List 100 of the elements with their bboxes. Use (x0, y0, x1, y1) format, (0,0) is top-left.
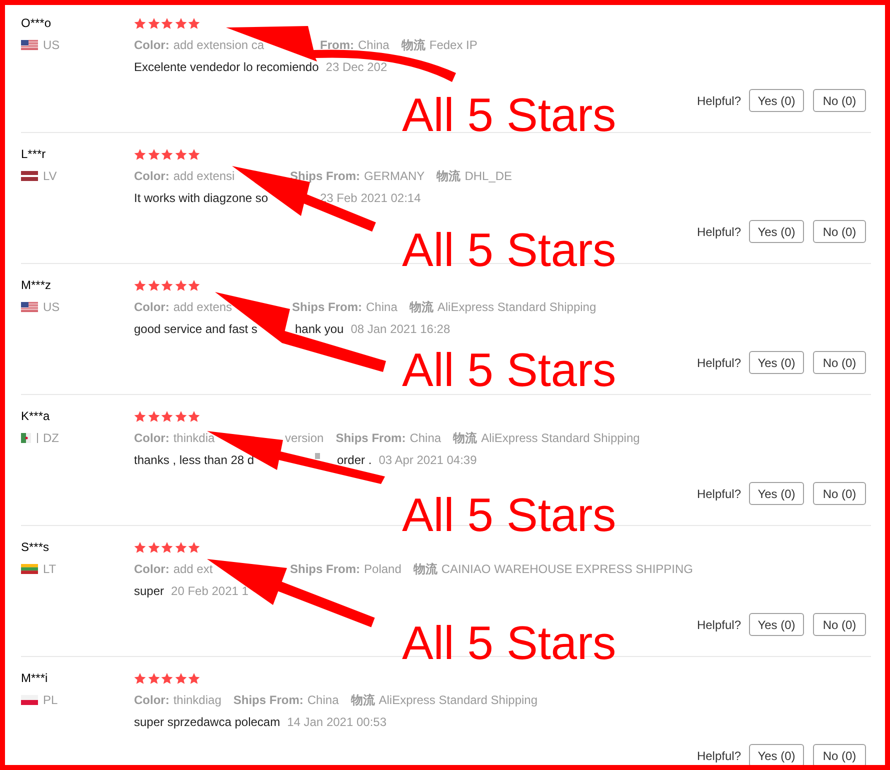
no-button[interactable]: No (0) (813, 351, 866, 374)
attribute-text: Ships From: China (292, 299, 398, 315)
star-icon (134, 410, 146, 422)
review-text: hank you (295, 321, 344, 337)
star-icon (134, 542, 146, 552)
review-text: Excelente vendedor lo recomiendo (134, 59, 319, 75)
attribute-text: Color: add ext (134, 561, 213, 577)
review-text: good service and fast s (134, 321, 258, 337)
star-icon (174, 280, 186, 290)
review-text: It works with diagzone so (134, 190, 268, 206)
review-date: 23 Dec 202 (326, 59, 388, 75)
star-icon (188, 672, 200, 684)
attribute-text: 物流 AliExpress Standard Shipping (453, 430, 640, 446)
reviewer-name: L***r (21, 146, 46, 162)
helpful-label: Helpful? (696, 92, 741, 108)
country-code: LT (43, 561, 56, 577)
star-icon (161, 148, 173, 160)
review-text: super (134, 583, 164, 599)
star-icon (161, 280, 173, 290)
annotation-label: All 5 Stars (402, 346, 616, 393)
flag-icon (21, 171, 38, 181)
no-button[interactable]: No (0) (813, 482, 866, 505)
helpful-label: Helpful? (696, 224, 741, 240)
country-code: US (43, 299, 60, 315)
attribute-text: Color: add extens (134, 299, 232, 315)
flag-icon (21, 302, 38, 312)
reviewer-name: M***z (21, 277, 52, 293)
attribute-text: version (285, 430, 324, 446)
star-icon (174, 672, 186, 684)
star-icon (188, 542, 200, 552)
country-code: PL (43, 692, 58, 708)
star-icon (161, 542, 173, 552)
no-button[interactable]: No (0) (813, 744, 866, 765)
yes-button[interactable]: Yes (0) (749, 744, 804, 765)
annotation-label: All 5 Stars (402, 91, 616, 138)
attribute-text: 物流 Fedex IP (401, 37, 478, 53)
annotation-label: All 5 Stars (402, 226, 616, 273)
country-code: DZ (43, 430, 59, 446)
reviewer-name: S***s (21, 539, 50, 555)
attribute-text: 物流 AliExpress Standard Shipping (350, 692, 538, 708)
star-icon (161, 410, 173, 422)
attribute-text: 物流 CAINIAO WAREHOUSE EXPRESS SHIPPING (413, 561, 693, 577)
flag-icon (21, 40, 38, 50)
star-icon (148, 542, 160, 552)
star-icon (174, 18, 186, 28)
review-text: super sprzedawca polecam (134, 714, 280, 730)
yes-button[interactable]: Yes (0) (749, 482, 804, 505)
no-button[interactable]: No (0) (813, 89, 866, 112)
annotation-label: All 5 Stars (402, 491, 616, 538)
attribute-text: Ships From: China (336, 430, 442, 446)
attribute-text: Ships From: China (233, 692, 339, 708)
attribute-text: Color: thinkdia (134, 430, 215, 446)
missing-glyph-icon (315, 453, 320, 459)
yes-button[interactable]: Yes (0) (749, 351, 804, 374)
attribute-text: 物流 DHL_DE (436, 168, 512, 184)
attribute-text: Color: add extensi (134, 168, 235, 184)
helpful-label: Helpful? (696, 748, 741, 764)
flag-icon (21, 433, 38, 443)
yes-button[interactable]: Yes (0) (749, 613, 804, 636)
yes-button[interactable]: Yes (0) (749, 89, 804, 112)
star-icon (134, 280, 146, 290)
attribute-text: 物流 AliExpress Standard Shipping (409, 299, 596, 315)
review-text: order . (337, 452, 372, 468)
no-button[interactable]: No (0) (813, 220, 866, 243)
star-icon (148, 672, 160, 684)
helpful-label: Helpful? (696, 616, 741, 632)
helpful-label: Helpful? (696, 486, 741, 502)
star-icon (148, 280, 160, 290)
review-date: 20 Feb 2021 1 (171, 583, 248, 599)
star-icon (188, 410, 200, 422)
flag-icon (21, 695, 38, 705)
attribute-text: Ships From: GERMANY (290, 168, 425, 184)
review-text: thanks , less than 28 d (134, 452, 254, 468)
star-icon (148, 410, 160, 422)
reviewer-name: O***o (21, 15, 52, 31)
star-icon (148, 148, 160, 160)
attribute-text: Color: add extension ca (134, 37, 264, 53)
star-icon (134, 18, 146, 28)
star-icon (134, 672, 146, 684)
star-icon (174, 148, 186, 160)
star-icon (161, 672, 173, 684)
flag-icon (21, 564, 38, 574)
attribute-text: From: China (320, 37, 390, 53)
yes-button[interactable]: Yes (0) (749, 220, 804, 243)
review-date: 08 Jan 2021 16:28 (350, 321, 450, 337)
helpful-label: Helpful? (696, 354, 741, 370)
star-icon (174, 542, 186, 552)
attribute-text: Color: thinkdiag (134, 692, 222, 708)
star-icon (134, 148, 146, 160)
no-button[interactable]: No (0) (813, 613, 866, 636)
country-code: LV (43, 168, 57, 184)
star-icon (188, 18, 200, 28)
reviewer-name: M***i (21, 670, 48, 686)
star-icon (148, 18, 160, 28)
star-icon (174, 410, 186, 422)
reviewer-name: K***a (21, 408, 50, 424)
star-icon (161, 18, 173, 28)
review-date: 14 Jan 2021 00:53 (287, 714, 386, 730)
star-icon (188, 148, 200, 160)
country-code: US (43, 37, 60, 53)
